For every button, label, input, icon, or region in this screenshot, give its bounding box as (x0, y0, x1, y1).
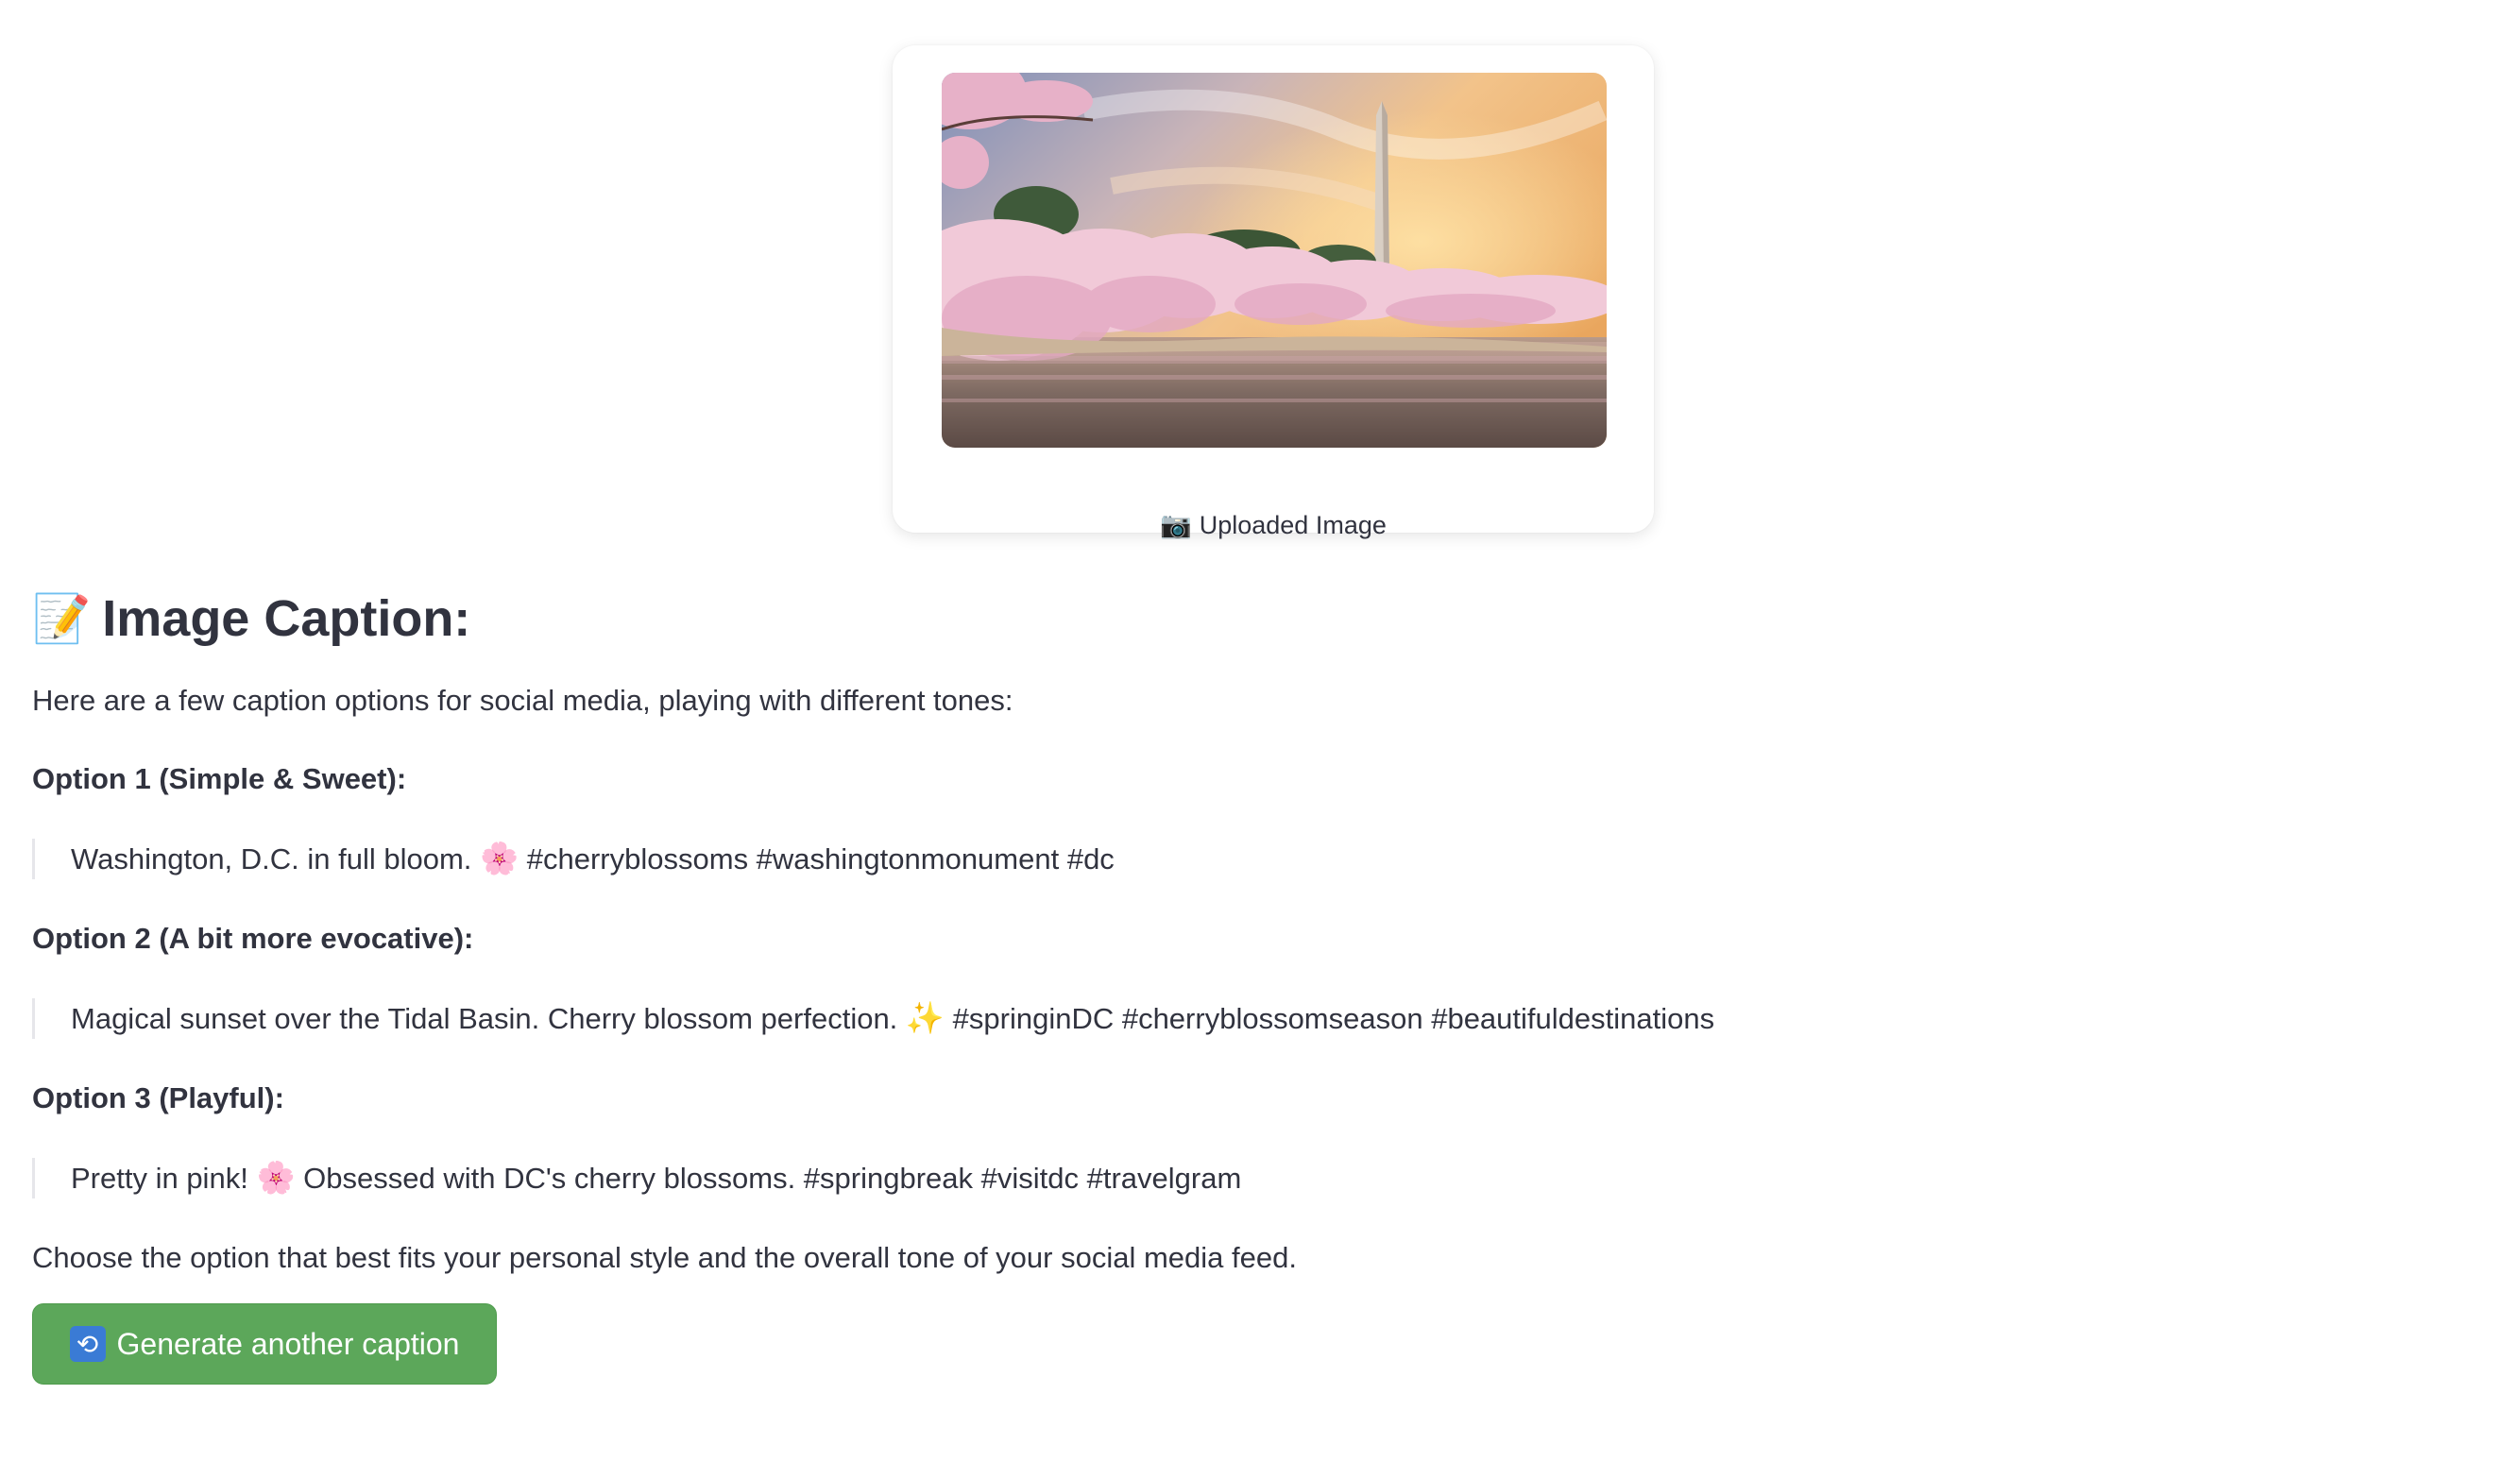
option-3-title: Option 3 (Playful): (32, 1081, 284, 1114)
option-1-quote: Washington, D.C. in full bloom. 🌸 #cherr… (32, 839, 2488, 879)
cherry-blossom-icon: 🌸 (256, 1160, 296, 1195)
repeat-icon: ⟲ (69, 1326, 106, 1362)
generate-another-caption-button[interactable]: ⟲ Generate another caption (32, 1303, 497, 1385)
closing-text: Choose the option that best fits your pe… (32, 1241, 1297, 1274)
generate-button-label: Generate another caption (116, 1326, 460, 1361)
camera-icon: 📷 (1160, 511, 1192, 539)
option-2-quote: Magical sunset over the Tidal Basin. Che… (32, 998, 2488, 1039)
sparkles-icon: ✨ (905, 1000, 945, 1035)
caption-heading: 📝 Image Caption: (32, 578, 2488, 659)
intro-text: Here are a few caption options for socia… (32, 684, 1013, 717)
image-caption-text: Uploaded Image (1199, 511, 1387, 539)
option-1-text-start: Washington, D.C. in full bloom. (71, 842, 472, 876)
caption-section: 📝 Image Caption: Here are a few caption … (32, 578, 2488, 1277)
option-2-text-start: Magical sunset over the Tidal Basin. Che… (71, 1002, 898, 1035)
option-3-text-start: Pretty in pink! (71, 1162, 248, 1195)
caption-heading-text: Image Caption: (102, 590, 471, 647)
option-2-hashtags: #springinDC #cherryblossomseason #beauti… (952, 1002, 1715, 1035)
memo-icon: 📝 (32, 592, 92, 645)
option-3-text-end: Obsessed with DC's cherry blossoms. #spr… (303, 1162, 1242, 1195)
uploaded-image (942, 73, 1607, 448)
cherry-blossom-icon: 🌸 (480, 841, 519, 876)
image-caption-label: 📷 Uploaded Image (893, 510, 1654, 540)
uploaded-image-card: 📷 Uploaded Image (893, 45, 1654, 539)
option-3-quote: Pretty in pink! 🌸 Obsessed with DC's che… (32, 1158, 2488, 1198)
option-2-title: Option 2 (A bit more evocative): (32, 922, 474, 955)
option-1-hashtags: #cherryblossoms #washingtonmonument #dc (526, 842, 1115, 876)
option-1-title: Option 1 (Simple & Sweet): (32, 762, 407, 795)
